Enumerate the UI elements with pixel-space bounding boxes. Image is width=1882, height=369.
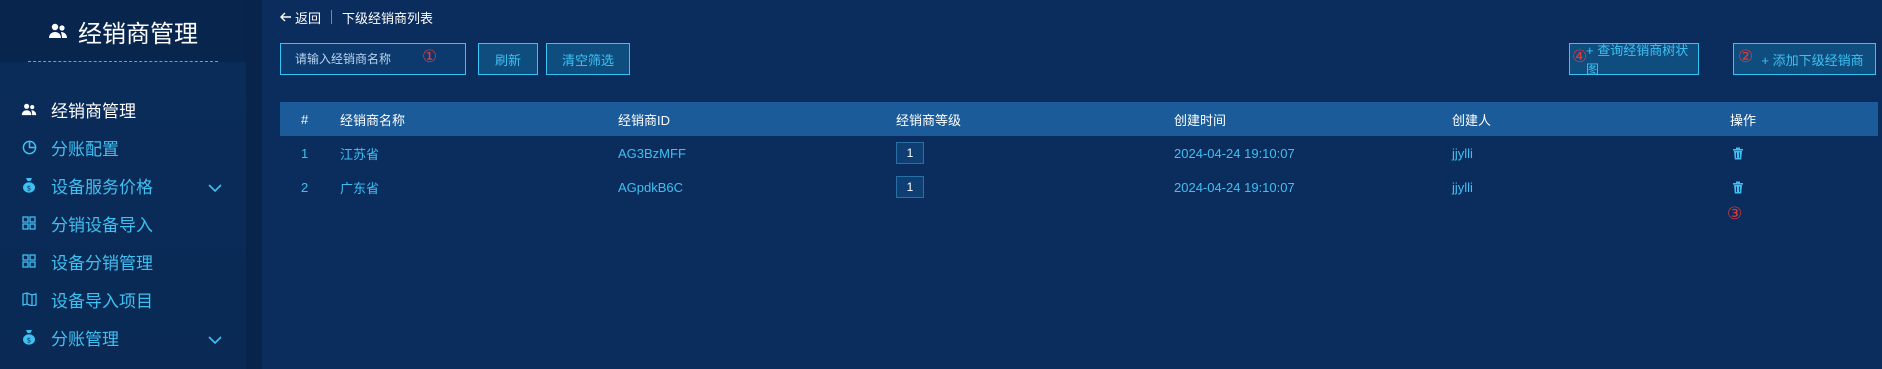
- annotation-marker-1: ①: [422, 47, 438, 66]
- back-label: 返回: [295, 10, 322, 26]
- grid-icon: [20, 252, 38, 270]
- dealer-level-badge: 1: [896, 142, 924, 164]
- sidebar-item-distribution-device-import[interactable]: 分销设备导入: [0, 204, 246, 242]
- query-dealer-tree-label: + 查询经销商树状图: [1586, 43, 1689, 77]
- add-sub-dealer-label: + 添加下级经销商: [1761, 52, 1864, 68]
- refresh-button[interactable]: 刷新: [478, 43, 538, 75]
- page-title: 下级经销商列表: [342, 10, 434, 26]
- arrow-left-icon: [280, 12, 291, 22]
- column-header: #: [301, 111, 309, 127]
- trash-icon[interactable]: [1732, 181, 1744, 194]
- annotation-marker-4: ④: [1572, 47, 1588, 66]
- map-icon: [20, 290, 38, 308]
- trash-icon[interactable]: [1732, 147, 1744, 160]
- sidebar-menu: 经销商管理 分账配置 $ 设备服务价格 分销设备导入 设备分销管理 设备导入项目…: [0, 90, 246, 356]
- breadcrumb-separator: [331, 10, 333, 24]
- svg-text:$: $: [27, 185, 31, 193]
- sidebar-item-label: 分账配置: [51, 139, 119, 159]
- clear-filter-button[interactable]: 清空筛选: [546, 43, 630, 75]
- chevron-down-icon[interactable]: [208, 330, 222, 350]
- column-header: 经销商等级: [896, 112, 962, 128]
- sidebar-brand: 经销商管理: [0, 0, 246, 62]
- column-header: 操作: [1730, 112, 1757, 128]
- sidebar-item-split-management[interactable]: $ 分账管理: [0, 318, 246, 356]
- money-bag-icon: $: [20, 328, 38, 346]
- sidebar-item-label: 设备分销管理: [51, 253, 153, 273]
- table-row: 2 广东省 AGpdkB6C 1 2024-04-24 19:10:07 jjy…: [280, 170, 1878, 204]
- sidebar-item-label: 设备导入项目: [51, 291, 153, 311]
- column-header: 经销商名称: [340, 112, 406, 128]
- dealer-id: AG3BzMFF: [618, 145, 686, 161]
- query-dealer-tree-button[interactable]: + 查询经销商树状图: [1569, 43, 1699, 77]
- sidebar-item-label: 分账管理: [51, 329, 119, 349]
- dealer-table: # 经销商名称 经销商ID 经销商等级 创建时间 创建人 操作 1 江苏省 AG…: [280, 102, 1878, 223]
- brand-divider: [28, 61, 218, 62]
- sidebar-item-label: 分销设备导入: [51, 215, 153, 235]
- back-link[interactable]: 返回: [280, 8, 321, 27]
- row-index: 2: [301, 179, 309, 195]
- main-content: 返回 下级经销商列表 ① 刷新 清空筛选 + 查询经销商树状图 ④ + 添加下级…: [262, 0, 1882, 369]
- money-bag-icon: $: [20, 176, 38, 194]
- row-index: 1: [301, 145, 309, 161]
- sidebar-item-device-import-project[interactable]: 设备导入项目: [0, 280, 246, 318]
- sidebar-item-split-config[interactable]: 分账配置: [0, 128, 246, 166]
- pie-chart-icon: [20, 138, 38, 156]
- created-time: 2024-04-24 19:10:07: [1174, 179, 1295, 195]
- dealer-name: 广东省: [340, 180, 380, 196]
- table-row: 1 江苏省 AG3BzMFF 1 2024-04-24 19:10:07 jjy…: [280, 136, 1878, 170]
- svg-text:$: $: [27, 337, 31, 345]
- chevron-down-icon[interactable]: [208, 178, 222, 198]
- creator: jjylli: [1452, 179, 1473, 195]
- dealer-name-search-input[interactable]: [280, 43, 466, 75]
- column-header: 经销商ID: [618, 112, 671, 128]
- annotation-marker-3: ③: [1727, 204, 1743, 223]
- column-header: 创建时间: [1174, 112, 1227, 128]
- dealer-name: 江苏省: [340, 146, 380, 162]
- created-time: 2024-04-24 19:10:07: [1174, 145, 1295, 161]
- sidebar: 经销商管理 经销商管理 分账配置 $ 设备服务价格 分销设备导入 设备分销管理 …: [0, 0, 246, 369]
- breadcrumb: 返回 下级经销商列表: [280, 8, 433, 26]
- column-header: 创建人: [1452, 112, 1492, 128]
- sidebar-item-device-distribution-management[interactable]: 设备分销管理: [0, 242, 246, 280]
- grid-icon: [20, 214, 38, 232]
- sidebar-divider: [246, 0, 262, 369]
- table-header: # 经销商名称 经销商ID 经销商等级 创建时间 创建人 操作: [280, 102, 1878, 136]
- toolbar: ① 刷新 清空筛选 + 查询经销商树状图 ④ + 添加下级经销商 ②: [280, 43, 1880, 77]
- sidebar-item-dealer-management[interactable]: 经销商管理: [0, 90, 246, 128]
- sidebar-item-label: 设备服务价格: [51, 177, 153, 197]
- users-icon: [20, 100, 38, 118]
- sidebar-item-label: 经销商管理: [51, 101, 136, 121]
- sidebar-item-device-service-price[interactable]: $ 设备服务价格: [0, 166, 246, 204]
- add-sub-dealer-button[interactable]: + 添加下级经销商: [1733, 43, 1876, 75]
- users-icon: [48, 23, 68, 39]
- sidebar-title: 经销商管理: [78, 20, 198, 48]
- creator: jjylli: [1452, 145, 1473, 161]
- dealer-level-badge: 1: [896, 176, 924, 198]
- dealer-id: AGpdkB6C: [618, 179, 684, 195]
- annotation-marker-2: ②: [1738, 47, 1754, 66]
